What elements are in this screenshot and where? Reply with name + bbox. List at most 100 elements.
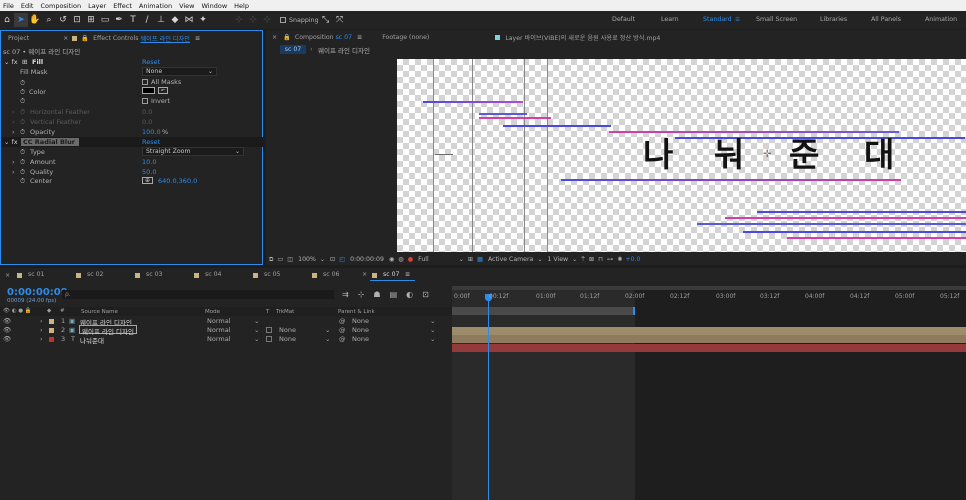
chevron-down-icon[interactable]: ⌄ bbox=[325, 326, 330, 334]
snap-features-icon[interactable]: ⤧ bbox=[333, 13, 347, 27]
roto-brush-tool-icon[interactable]: ⋈ bbox=[182, 13, 196, 27]
motion-blur-icon[interactable]: ◐ bbox=[406, 290, 413, 299]
invert-stopwatch-icon[interactable]: ⏱ bbox=[20, 97, 25, 106]
exposure-value[interactable]: +0.0 bbox=[625, 256, 640, 263]
brush-tool-icon[interactable]: ∕ bbox=[140, 13, 154, 27]
horizontal-feather-value[interactable]: 0.0 bbox=[142, 108, 152, 116]
layer-mode[interactable]: Normal bbox=[207, 335, 231, 343]
workspace-menu-icon[interactable]: ≡ bbox=[735, 11, 740, 29]
opacity-stopwatch-icon[interactable]: ⏱ bbox=[20, 128, 25, 137]
pan-behind-tool-icon[interactable]: ⊞ bbox=[84, 13, 98, 27]
vr-icon[interactable]: ◫ bbox=[287, 256, 293, 263]
workspace-default[interactable]: Default bbox=[612, 11, 635, 29]
time-navigator[interactable] bbox=[452, 286, 966, 290]
tab-sc07[interactable]: sc 07 bbox=[383, 271, 399, 278]
vertical-feather-value[interactable]: 0.0 bbox=[142, 118, 152, 126]
stopwatch-icon[interactable]: ⏱ bbox=[20, 79, 25, 88]
parent-header[interactable]: Parent & Link bbox=[338, 309, 375, 315]
fill-mask-dropdown[interactable]: None ⌄ bbox=[142, 67, 217, 76]
layer-label-swatch[interactable] bbox=[49, 328, 54, 333]
fast-previews-icon[interactable]: ⊞ bbox=[468, 256, 473, 263]
selection-tool-icon[interactable]: ➤ bbox=[14, 13, 28, 27]
draft-3d-icon[interactable]: ⊹ bbox=[358, 290, 365, 299]
quality-stopwatch-icon[interactable]: ⏱ bbox=[20, 168, 25, 177]
chevron-down-icon[interactable]: ⌄ bbox=[537, 256, 542, 263]
transparency-grid-icon[interactable]: ▦ bbox=[477, 256, 483, 263]
parent-pickwhip-icon[interactable]: @ bbox=[339, 317, 346, 325]
layer-mode[interactable]: Normal bbox=[207, 317, 231, 325]
tab-effect-controls[interactable]: Effect Controls bbox=[93, 35, 138, 42]
puppet-tool-icon[interactable]: ✦ bbox=[196, 13, 210, 27]
close-icon[interactable]: × bbox=[5, 272, 10, 279]
v-feather-stopwatch-icon[interactable]: ⏱ bbox=[20, 118, 25, 127]
menu-effect[interactable]: Effect bbox=[113, 2, 132, 10]
tab-sc06[interactable]: sc 06 bbox=[323, 271, 339, 278]
workspace-small-screen[interactable]: Small Screen bbox=[756, 11, 797, 29]
tab-footage[interactable]: Footage (none) bbox=[382, 34, 429, 41]
region-of-interest-icon[interactable]: ◰ bbox=[339, 256, 345, 263]
work-area-bar[interactable] bbox=[452, 307, 635, 315]
eyedropper-icon[interactable]: ⟜ bbox=[158, 87, 168, 94]
workspace-standard[interactable]: Standard bbox=[703, 11, 732, 29]
radial-blur-toggle-icon[interactable]: ⌄ fx bbox=[4, 138, 18, 146]
lock-icon[interactable]: 🔒 bbox=[283, 33, 291, 41]
expand-icon[interactable]: › bbox=[40, 335, 43, 343]
snapshot-icon[interactable]: ◉ bbox=[389, 256, 394, 263]
expand-icon[interactable]: › bbox=[40, 326, 43, 334]
menu-view[interactable]: View bbox=[179, 2, 194, 10]
layer-search-input[interactable]: ρ. bbox=[62, 290, 334, 299]
toggle-pixel-icon[interactable]: ⍑ bbox=[581, 256, 585, 264]
v-feather-expand-icon[interactable]: › bbox=[12, 118, 15, 126]
tab-composition[interactable]: Composition bbox=[295, 34, 334, 41]
chevron-down-icon[interactable]: ⌄ bbox=[430, 335, 435, 343]
snapping-checkbox[interactable] bbox=[280, 17, 286, 23]
close-icon[interactable]: × bbox=[63, 35, 68, 42]
exposure-icon[interactable]: ✺ bbox=[617, 256, 622, 263]
workspace-all-panels[interactable]: All Panels bbox=[871, 11, 901, 29]
expand-icon[interactable]: › bbox=[40, 317, 43, 325]
amount-expand-icon[interactable]: › bbox=[12, 158, 15, 166]
chevron-down-icon[interactable]: ⌄ bbox=[459, 256, 464, 263]
chevron-down-icon[interactable]: ⌄ bbox=[254, 335, 259, 343]
layer-row[interactable]: 👁 › 3 T 나눠준대 Normal ⌄ None ⌄ @ None ⌄ bbox=[0, 335, 452, 345]
layer-trkmat[interactable]: None bbox=[279, 335, 296, 343]
center-value[interactable]: 640.0,360.0 bbox=[158, 177, 197, 185]
shy-icon[interactable]: ☗ bbox=[373, 290, 380, 299]
source-name-header[interactable]: Source Name bbox=[81, 309, 118, 315]
workspace-libraries[interactable]: Libraries bbox=[820, 11, 847, 29]
layer-bar[interactable] bbox=[452, 335, 966, 343]
layer-label-swatch[interactable] bbox=[49, 337, 54, 342]
layer-row[interactable]: 👁 › 2 ▣ 웨이프 라인 디자인 Normal ⌄ None ⌄ @ Non… bbox=[0, 325, 452, 336]
effect-layer-name[interactable]: 웨이프 라인 디자인 bbox=[140, 34, 189, 43]
panel-menu-icon[interactable]: ≡ bbox=[405, 271, 410, 278]
resolution-dropdown[interactable]: Full bbox=[418, 256, 429, 263]
chevron-down-icon[interactable]: ⌄ bbox=[320, 256, 325, 263]
tab-sc04[interactable]: sc 04 bbox=[205, 271, 221, 278]
amount-stopwatch-icon[interactable]: ⏱ bbox=[20, 158, 25, 167]
extended-viewer-icon[interactable]: ⊓ bbox=[598, 256, 603, 263]
invert-checkbox[interactable] bbox=[142, 98, 148, 104]
mode-header[interactable]: Mode bbox=[205, 309, 220, 315]
frame-blending-icon[interactable]: ▤ bbox=[390, 290, 398, 299]
workspace-animation[interactable]: Animation bbox=[925, 11, 957, 29]
preserve-transparency-checkbox[interactable] bbox=[266, 327, 272, 333]
layer-trkmat[interactable]: None bbox=[279, 326, 296, 334]
tab-sc05[interactable]: sc 05 bbox=[264, 271, 280, 278]
layer-label-swatch[interactable] bbox=[49, 319, 54, 324]
color-stopwatch-icon[interactable]: ⏱ bbox=[20, 88, 25, 97]
eraser-tool-icon[interactable]: ◆ bbox=[168, 13, 182, 27]
hand-tool-icon[interactable]: ✋ bbox=[28, 13, 42, 27]
panel-menu-icon[interactable]: ≡ bbox=[357, 34, 362, 41]
show-snapshot-icon[interactable]: ◍ bbox=[398, 256, 403, 263]
chevron-down-icon[interactable]: ⌄ bbox=[254, 317, 259, 325]
draft-3d-icon[interactable]: ⊠ bbox=[589, 256, 594, 263]
menu-edit[interactable]: Edit bbox=[21, 2, 34, 10]
all-masks-checkbox[interactable] bbox=[142, 79, 148, 85]
current-time[interactable]: 0:00:00:09 bbox=[7, 287, 68, 298]
parent-pickwhip-icon[interactable]: @ bbox=[339, 326, 346, 334]
chevron-down-icon[interactable]: ⌄ bbox=[325, 335, 330, 343]
opacity-value[interactable]: 100.0 bbox=[142, 128, 161, 136]
viewer-timecode[interactable]: 0:00:00:09 bbox=[350, 256, 384, 263]
tab-sc03[interactable]: sc 03 bbox=[146, 271, 162, 278]
world-axis-icon[interactable]: ⊹ bbox=[260, 13, 274, 27]
